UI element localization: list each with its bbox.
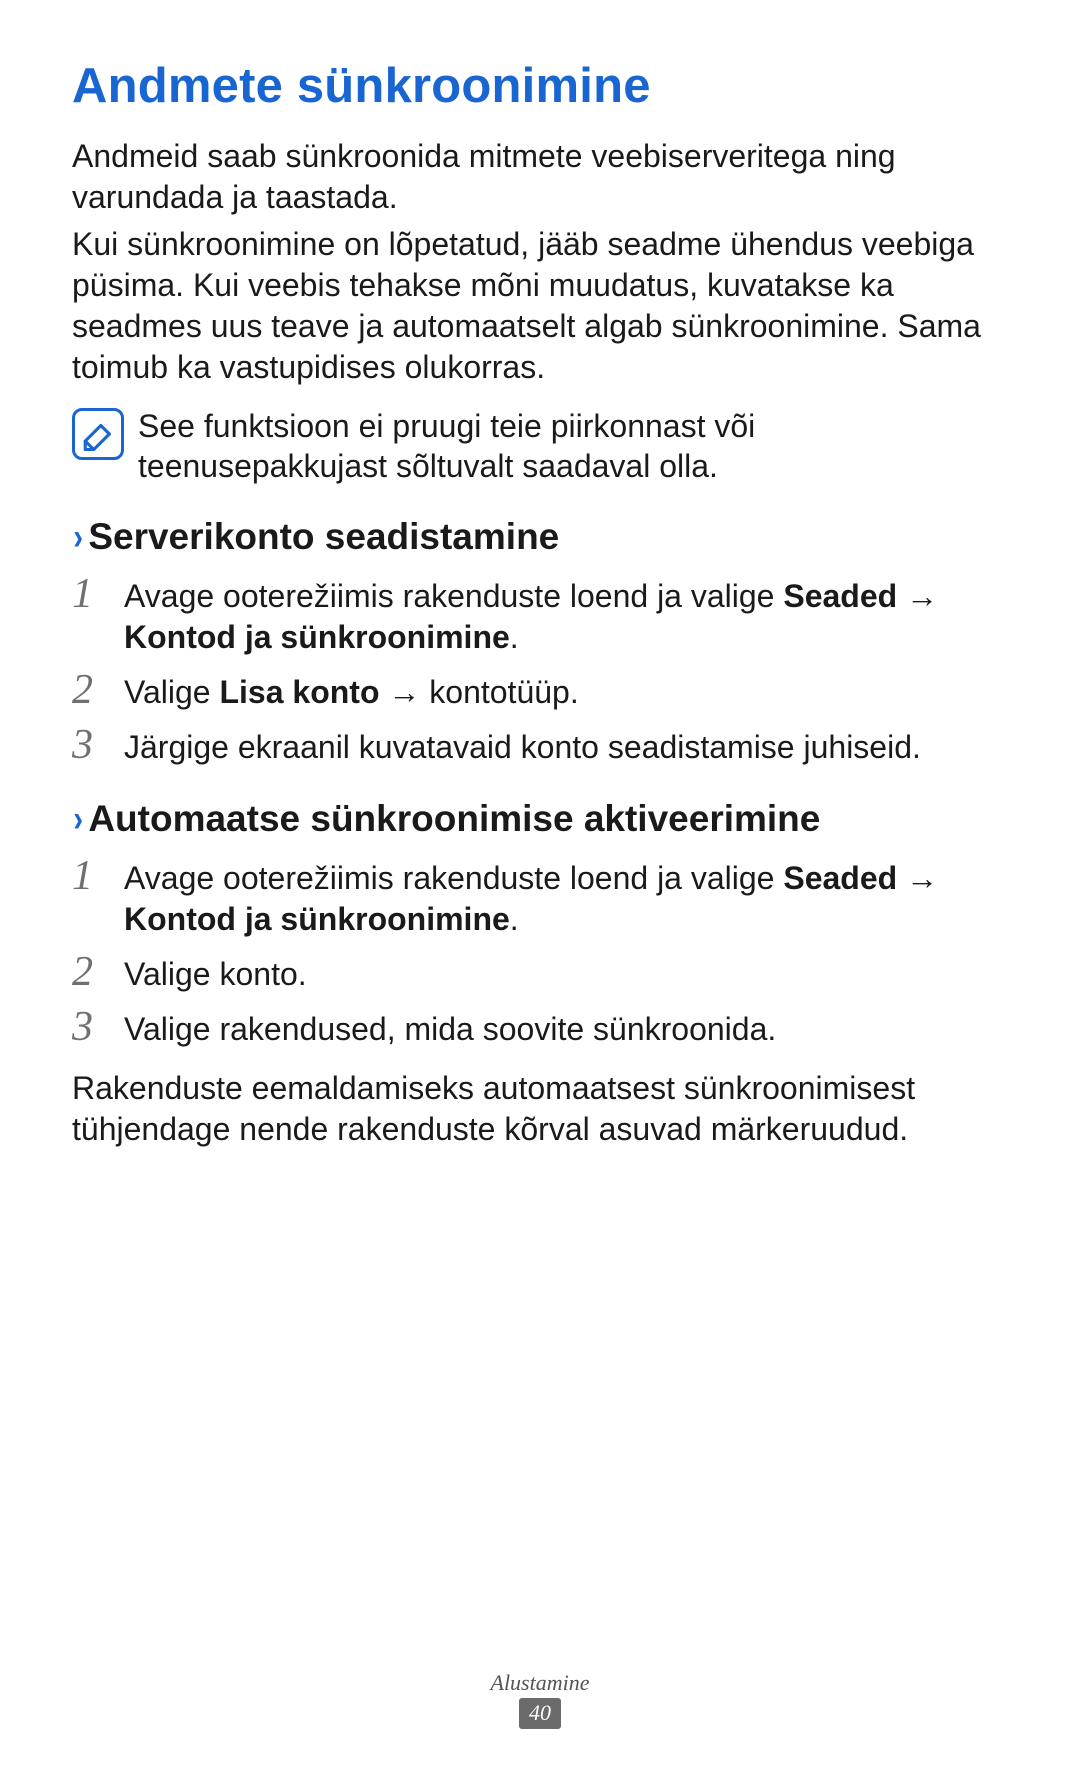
step-text-fragment (897, 578, 906, 614)
intro-paragraph-2: Kui sünkroonimine on lõpetatud, jääb sea… (72, 224, 1008, 388)
step-text-fragment (897, 860, 906, 896)
step-text: Avage ooterežiimis rakenduste loend ja v… (124, 854, 1008, 940)
step-text: Valige Lisa konto → kontotüüp. (124, 668, 579, 713)
step-number: 2 (72, 668, 106, 712)
note-text: See funktsioon ei pruugi teie piirkonnas… (138, 406, 1008, 487)
step-bold: Seaded (783, 578, 897, 614)
content-area: Andmete sünkroonimine Andmeid saab sünkr… (72, 58, 1008, 1731)
step-item: 1 Avage ooterežiimis rakenduste loend ja… (72, 854, 1008, 940)
step-text: Valige konto. (124, 950, 307, 995)
step-item: 3 Järgige ekraanil kuvatavaid konto sead… (72, 723, 1008, 768)
arrow-right-icon: → (388, 674, 420, 710)
closing-paragraph: Rakenduste eemaldamiseks automaatsest sü… (72, 1068, 1008, 1150)
step-number: 2 (72, 950, 106, 994)
step-item: 2 Valige konto. (72, 950, 1008, 995)
page-title: Andmete sünkroonimine (72, 58, 1008, 114)
note-callout: See funktsioon ei pruugi teie piirkonnas… (72, 406, 1008, 487)
footer-section-name: Alustamine (0, 1670, 1080, 1696)
step-number: 3 (72, 1005, 106, 1049)
step-text-fragment: Avage ooterežiimis rakenduste loend ja v… (124, 578, 783, 614)
step-text-fragment: kontotüüp. (420, 674, 578, 710)
step-text-fragment: Avage ooterežiimis rakenduste loend ja v… (124, 860, 783, 896)
step-text-fragment: . (510, 901, 519, 937)
step-number: 3 (72, 723, 106, 767)
step-text-fragment: Valige (124, 674, 219, 710)
page-footer: Alustamine 40 (0, 1670, 1080, 1729)
page-number: 40 (519, 1698, 561, 1729)
step-item: 3 Valige rakendused, mida soovite sünkro… (72, 1005, 1008, 1050)
page-number-wrap: 40 (0, 1698, 1080, 1729)
subheading-server-account-label: Serverikonto seadistamine (88, 516, 559, 558)
step-text: Järgige ekraanil kuvatavaid konto seadis… (124, 723, 921, 768)
note-icon (72, 408, 124, 460)
arrow-right-icon: → (906, 860, 938, 896)
step-bold: Kontod ja sünkroonimine (124, 901, 510, 937)
step-item: 2 Valige Lisa konto → kontotüüp. (72, 668, 1008, 713)
step-text: Avage ooterežiimis rakenduste loend ja v… (124, 572, 1008, 658)
chevron-right-icon: › (73, 798, 83, 840)
step-number: 1 (72, 854, 106, 898)
step-bold: Lisa konto (219, 674, 379, 710)
intro-paragraph-1: Andmeid saab sünkroonida mitmete veebise… (72, 136, 1008, 218)
subheading-server-account: › Serverikonto seadistamine (72, 516, 1008, 558)
step-bold: Kontod ja sünkroonimine (124, 619, 510, 655)
step-item: 1 Avage ooterežiimis rakenduste loend ja… (72, 572, 1008, 658)
document-page: Andmete sünkroonimine Andmeid saab sünkr… (0, 0, 1080, 1771)
step-bold: Seaded (783, 860, 897, 896)
arrow-right-icon: → (906, 578, 938, 614)
step-text-fragment: . (510, 619, 519, 655)
step-text: Valige rakendused, mida soovite sünkroon… (124, 1005, 776, 1050)
subheading-auto-sync: › Automaatse sünkroonimise aktiveerimine (72, 798, 1008, 840)
step-number: 1 (72, 572, 106, 616)
chevron-right-icon: › (73, 516, 83, 558)
subheading-auto-sync-label: Automaatse sünkroonimise aktiveerimine (88, 798, 820, 840)
steps-list-2: 1 Avage ooterežiimis rakenduste loend ja… (72, 854, 1008, 1050)
steps-list-1: 1 Avage ooterežiimis rakenduste loend ja… (72, 572, 1008, 768)
